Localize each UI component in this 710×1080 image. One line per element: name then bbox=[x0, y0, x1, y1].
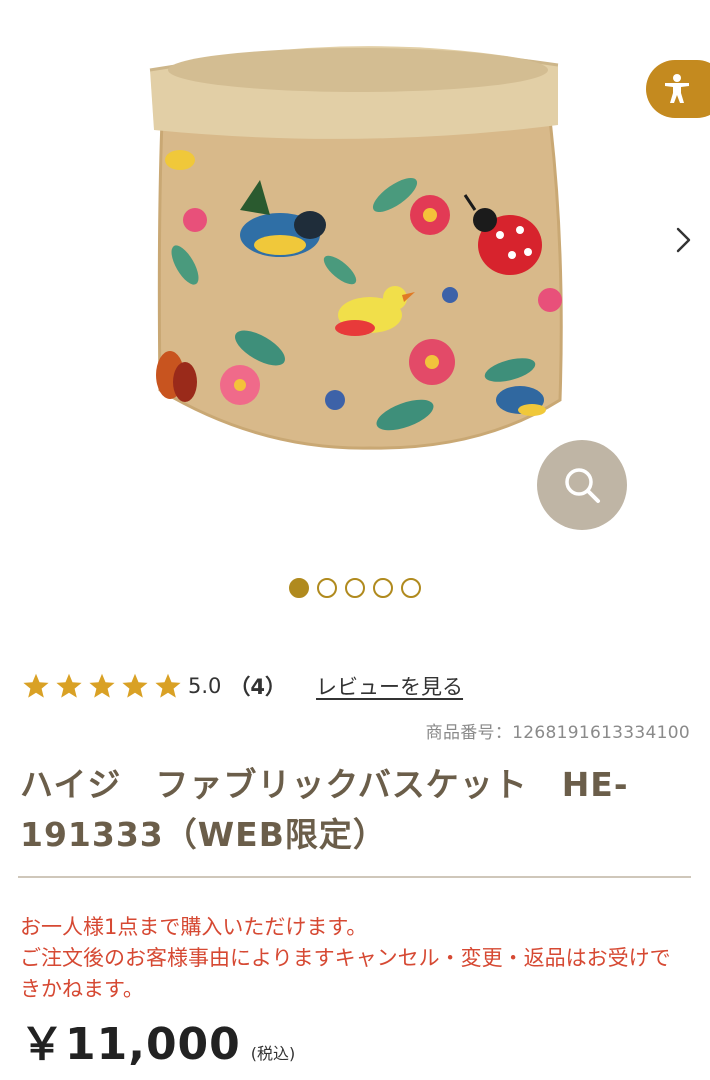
tax-note: (税込) bbox=[250, 1044, 296, 1063]
search-icon bbox=[565, 468, 600, 503]
price: ￥11,000 bbox=[20, 1019, 241, 1070]
product-page: 5.0 （4） レビューを見る 商品番号：1268191613334100 ハイ… bbox=[0, 0, 710, 1080]
next-image-button[interactable] bbox=[668, 222, 698, 258]
star-icon bbox=[122, 673, 148, 698]
chevron-right-icon bbox=[676, 227, 691, 253]
zoom-button[interactable] bbox=[537, 440, 627, 530]
accessibility-icon bbox=[665, 74, 689, 103]
pagination-dot[interactable] bbox=[289, 578, 309, 598]
view-reviews-link[interactable]: レビューを見る bbox=[316, 671, 463, 701]
notice-line: お一人様1点まで購入いただけます。 bbox=[20, 915, 368, 939]
review-count: （4） bbox=[229, 675, 287, 699]
pagination-dot[interactable] bbox=[345, 578, 365, 598]
divider bbox=[18, 876, 691, 878]
product-gallery[interactable] bbox=[0, 0, 710, 620]
star-icon bbox=[155, 673, 181, 698]
star-icon bbox=[89, 673, 115, 698]
product-sku: 商品番号：1268191613334100 bbox=[425, 723, 690, 743]
pagination-dot[interactable] bbox=[401, 578, 421, 598]
star-icon bbox=[23, 673, 49, 698]
rating-row: 5.0 （4） レビューを見る bbox=[22, 668, 463, 704]
price-row: ￥11,000 (税込) bbox=[20, 1008, 295, 1072]
star-rating bbox=[22, 672, 182, 700]
purchase-notice: お一人様1点まで購入いただけます。 ご注文後のお客様事由によりますキャンセル・変… bbox=[20, 912, 690, 1005]
gallery-pagination bbox=[0, 578, 710, 600]
notice-line: ご注文後のお客様事由によりますキャンセル・変更・返品はお受けできかねます。 bbox=[20, 946, 671, 1001]
pagination-dot[interactable] bbox=[317, 578, 337, 598]
rating-value: 5.0 bbox=[188, 674, 222, 698]
product-title: ハイジ ファブリックバスケット HE-191333（WEB限定） bbox=[20, 765, 629, 854]
star-icon bbox=[56, 673, 82, 698]
product-image[interactable] bbox=[140, 30, 580, 460]
accessibility-button[interactable] bbox=[646, 60, 710, 118]
pagination-dot[interactable] bbox=[373, 578, 393, 598]
